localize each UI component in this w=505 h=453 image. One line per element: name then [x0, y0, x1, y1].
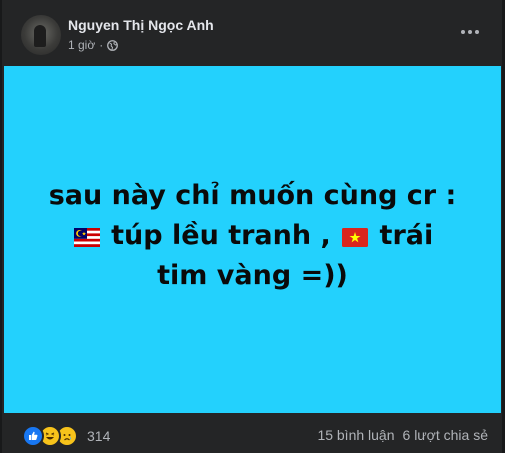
post-text-line1: sau này chỉ muốn cùng cr : [48, 179, 457, 211]
post-time[interactable]: 1 giờ [68, 38, 95, 52]
more-options-button[interactable] [454, 18, 486, 46]
more-dot-icon [461, 30, 465, 34]
post-text: sau này chỉ muốn cùng cr : túp lều tranh… [43, 176, 463, 296]
post-text-middle: túp lều tranh , [101, 219, 341, 251]
like-icon [22, 425, 44, 447]
reactions-summary[interactable]: 314 [22, 425, 110, 447]
malaysia-flag-icon [73, 227, 100, 247]
comments-count[interactable]: 15 bình luận [317, 427, 394, 443]
post-meta: 1 giờ · [68, 38, 119, 52]
author-name[interactable]: Nguyen Thị Ngọc Anh [68, 17, 214, 33]
post-card: Nguyen Thị Ngọc Anh 1 giờ · sau này chỉ … [2, 0, 502, 453]
avatar-figure [34, 25, 46, 47]
post-footer: 314 15 bình luận 6 lượt chia sẻ [2, 413, 502, 453]
globe-icon[interactable] [107, 39, 119, 51]
meta-separator: · [99, 38, 104, 52]
engagement-counts: 15 bình luận 6 lượt chia sẻ [317, 427, 488, 443]
vietnam-flag-icon [342, 227, 369, 247]
author-avatar[interactable] [21, 15, 61, 55]
shares-count[interactable]: 6 lượt chia sẻ [403, 427, 488, 443]
reaction-count: 314 [87, 428, 111, 444]
post-header: Nguyen Thị Ngọc Anh 1 giờ · [2, 0, 502, 66]
more-dot-icon [468, 30, 472, 34]
more-dot-icon [475, 30, 479, 34]
post-content: sau này chỉ muốn cùng cr : túp lều tranh… [4, 66, 501, 413]
